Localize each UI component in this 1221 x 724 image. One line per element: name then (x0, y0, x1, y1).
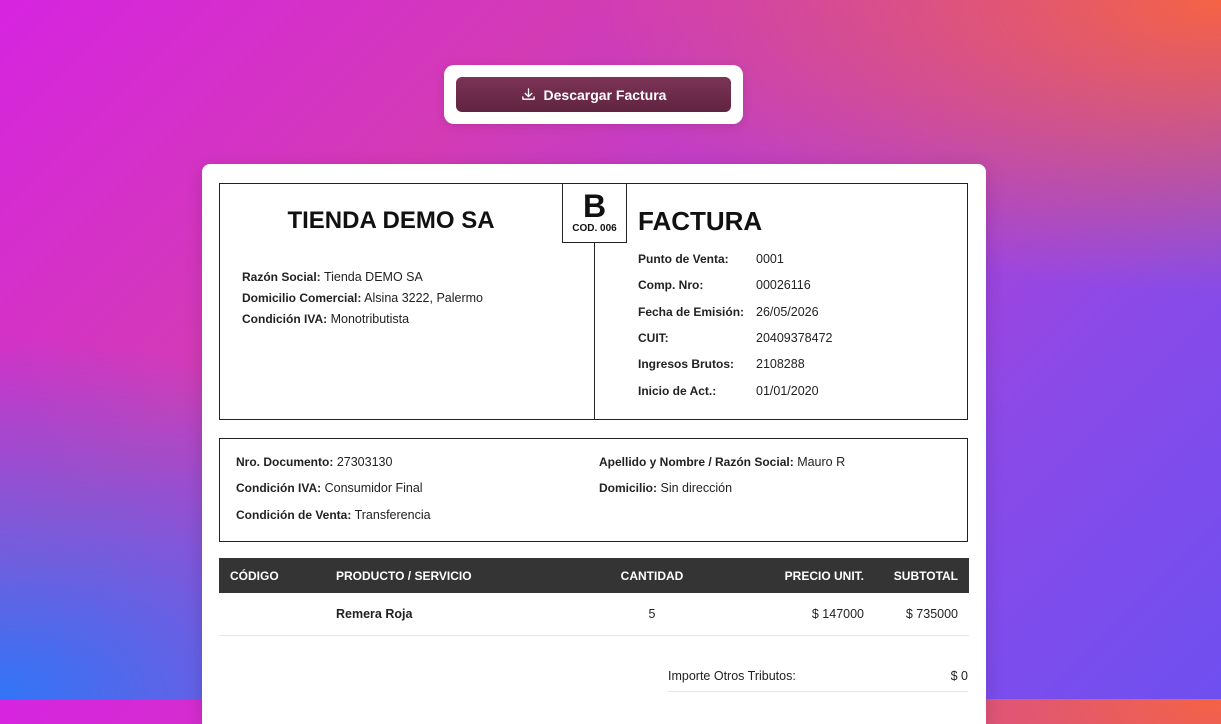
field-value: Monotributista (330, 312, 410, 326)
column-header-quantity: CANTIDAD (587, 558, 717, 593)
invoice-document: B COD. 006 TIENDA DEMO SA Razón Social: … (202, 164, 986, 724)
company-field: Razón Social: Tienda DEMO SA (242, 270, 483, 291)
totals-value: $ 0 (950, 669, 968, 683)
table-row: Remera Roja 5 $ 147000 $ 735000 (219, 593, 969, 636)
download-button-container: Descargar Factura (444, 65, 743, 124)
document-title: FACTURA (638, 206, 763, 236)
client-field: Condición IVA: Consumidor Final (236, 481, 431, 507)
field-label: Punto de Venta: (638, 252, 729, 267)
document-field: CUIT: 20409378472 (638, 325, 832, 351)
field-value: Tienda DEMO SA (323, 270, 423, 284)
field-label: Inicio de Act.: (638, 383, 717, 398)
column-header-product: PRODUCTO / SERVICIO (325, 558, 587, 593)
field-value: 20409378472 (756, 331, 833, 346)
field-label: Comp. Nro: (638, 278, 704, 293)
field-value: 0001 (756, 252, 784, 267)
table-header-row: CÓDIGO PRODUCTO / SERVICIO CANTIDAD PREC… (219, 558, 969, 593)
field-value: Alsina 3222, Palermo (364, 291, 483, 305)
items-table: CÓDIGO PRODUCTO / SERVICIO CANTIDAD PREC… (219, 558, 969, 636)
field-value: 2108288 (756, 357, 805, 372)
client-field: Domicilio: Sin dirección (599, 481, 845, 507)
company-field: Domicilio Comercial: Alsina 3222, Palerm… (242, 291, 483, 312)
column-header-subtotal: SUBTOTAL (875, 558, 969, 593)
document-field: Ingresos Brutos: 2108288 (638, 351, 832, 377)
cell-code (219, 593, 325, 636)
client-field: Nro. Documento: 27303130 (236, 455, 431, 481)
field-value: 00026116 (756, 278, 811, 293)
field-label: Razón Social: (242, 270, 321, 284)
download-invoice-button[interactable]: Descargar Factura (456, 77, 731, 112)
field-label: Condición de Venta: (236, 507, 352, 522)
document-field: Comp. Nro: 00026116 (638, 272, 832, 298)
field-label: Nro. Documento: (236, 455, 334, 469)
client-info-left: Nro. Documento: 27303130 Condición IVA: … (236, 455, 431, 534)
field-label: Fecha de Emisión: (638, 304, 745, 319)
totals-section: Importe Otros Tributos: $ 0 (668, 661, 968, 692)
field-label: Domicilio: (599, 481, 658, 496)
column-header-unit-price: PRECIO UNIT. (717, 558, 875, 593)
field-label: CUIT: (638, 331, 669, 346)
document-field: Inicio de Act.: 01/01/2020 (638, 377, 832, 403)
totals-row: Importe Otros Tributos: $ 0 (668, 661, 968, 692)
invoice-type-box: B COD. 006 (562, 183, 627, 243)
document-fields: Punto de Venta: 0001 Comp. Nro: 00026116 F… (638, 246, 832, 404)
field-value: 01/01/2020 (756, 383, 819, 398)
cell-subtotal: $ 735000 (875, 593, 969, 636)
totals-label: Importe Otros Tributos: (668, 669, 796, 683)
company-info: Razón Social: Tienda DEMO SA Domicilio C… (242, 270, 483, 333)
download-icon (521, 88, 535, 100)
company-field: Condición IVA: Monotributista (242, 312, 483, 333)
download-button-label: Descargar Factura (543, 86, 667, 103)
field-value: Sin dirección (660, 481, 733, 496)
invoice-header: B COD. 006 TIENDA DEMO SA Razón Social: … (219, 183, 968, 420)
client-field: Apellido y Nombre / Razón Social: Mauro … (599, 455, 845, 481)
client-field: Condición de Venta: Transferencia (236, 508, 431, 534)
document-field: Fecha de Emisión: 26/05/2026 (638, 299, 832, 325)
field-label: Condición IVA: (236, 481, 322, 496)
client-info-box: Nro. Documento: 27303130 Condición IVA: … (219, 438, 968, 542)
field-value: Consumidor Final (324, 481, 423, 496)
field-value: Mauro R (797, 455, 846, 469)
field-label: Domicilio Comercial: (242, 291, 362, 305)
field-label: Ingresos Brutos: (638, 357, 735, 372)
field-value: 26/05/2026 (756, 304, 819, 319)
field-label: Apellido y Nombre / Razón Social: (599, 455, 794, 469)
company-name: TIENDA DEMO SA (287, 207, 495, 234)
field-label: Condición IVA: (242, 312, 328, 326)
invoice-type-letter: B (582, 188, 607, 224)
cell-product: Remera Roja (325, 593, 587, 636)
column-header-code: CÓDIGO (219, 558, 325, 593)
client-info-right: Apellido y Nombre / Razón Social: Mauro … (599, 455, 845, 508)
field-value: 27303130 (336, 455, 393, 469)
cell-quantity: 5 (587, 593, 717, 636)
document-field: Punto de Venta: 0001 (638, 246, 832, 272)
invoice-type-code: COD. 006 (572, 223, 617, 234)
field-value: Transferencia (354, 507, 431, 522)
cell-unit-price: $ 147000 (717, 593, 875, 636)
